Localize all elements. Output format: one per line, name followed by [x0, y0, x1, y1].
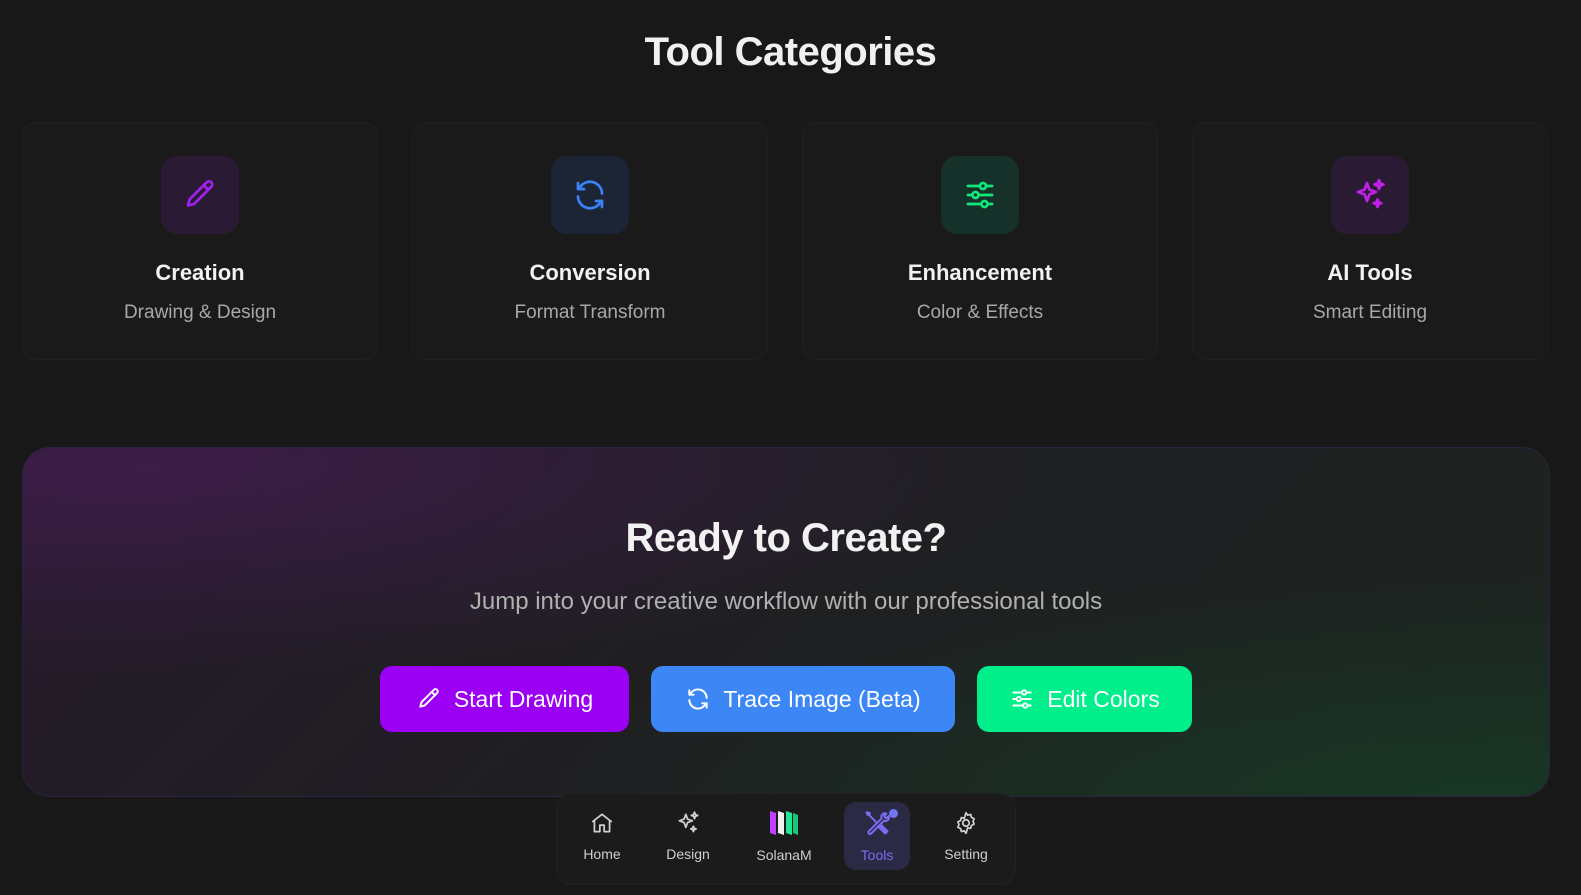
button-label: Edit Colors — [1047, 685, 1160, 712]
nav-label: Home — [583, 846, 621, 862]
cta-title: Ready to Create? — [625, 516, 947, 560]
nav-item-tools[interactable]: Tools — [844, 802, 910, 870]
page: Tool Categories Creation Drawing & Desig… — [0, 0, 1581, 895]
nav-label: SolanaM — [756, 847, 812, 863]
trace-image-button[interactable]: Trace Image (Beta) — [651, 666, 955, 732]
tools-icon — [863, 809, 891, 842]
gear-icon — [953, 810, 979, 841]
category-subtitle: Color & Effects — [916, 302, 1044, 323]
pencil-icon — [416, 686, 442, 712]
solanam-logo-icon — [769, 809, 799, 842]
nav-label: Tools — [860, 847, 894, 863]
category-title: Conversion — [529, 260, 651, 285]
nav-item-setting[interactable]: Setting — [933, 802, 999, 870]
button-label: Trace Image (Beta) — [723, 685, 921, 712]
nav-label: Setting — [944, 846, 988, 862]
bottom-nav: Home Design SolanaM Tools Setting — [556, 793, 1016, 885]
category-grid: Creation Drawing & Design Conversion For… — [22, 122, 1559, 360]
sparkles-icon — [1331, 156, 1409, 234]
refresh-icon — [685, 686, 711, 712]
nav-item-home[interactable]: Home — [569, 802, 635, 870]
button-label: Start Drawing — [453, 685, 594, 712]
nav-label: Design — [666, 846, 710, 862]
start-drawing-button[interactable]: Start Drawing — [380, 666, 629, 732]
category-card-conversion[interactable]: Conversion Format Transform — [412, 122, 768, 360]
notification-dot — [889, 809, 898, 818]
category-card-enhancement[interactable]: Enhancement Color & Effects — [802, 122, 1158, 360]
refresh-icon — [551, 156, 629, 234]
sliders-icon — [941, 156, 1019, 234]
nav-item-solanam[interactable]: SolanaM — [748, 802, 820, 870]
home-icon — [589, 810, 615, 841]
category-subtitle: Smart Editing — [1312, 302, 1428, 323]
category-subtitle: Format Transform — [514, 302, 666, 323]
category-card-creation[interactable]: Creation Drawing & Design — [22, 122, 378, 360]
category-title: Creation — [155, 260, 245, 285]
category-title: AI Tools — [1327, 260, 1413, 285]
pencil-icon — [161, 156, 239, 234]
section-title: Tool Categories — [644, 30, 937, 74]
edit-colors-button[interactable]: Edit Colors — [977, 666, 1192, 732]
cta-subtitle: Jump into your creative workflow with ou… — [469, 588, 1103, 615]
category-title: Enhancement — [907, 260, 1053, 285]
nav-item-design[interactable]: Design — [655, 802, 721, 870]
category-subtitle: Drawing & Design — [123, 302, 277, 323]
sparkles-icon — [675, 810, 701, 841]
category-card-ai-tools[interactable]: AI Tools Smart Editing — [1192, 122, 1548, 360]
cta-panel: Ready to Create? Jump into your creative… — [22, 447, 1550, 797]
sliders-icon — [1009, 686, 1035, 712]
